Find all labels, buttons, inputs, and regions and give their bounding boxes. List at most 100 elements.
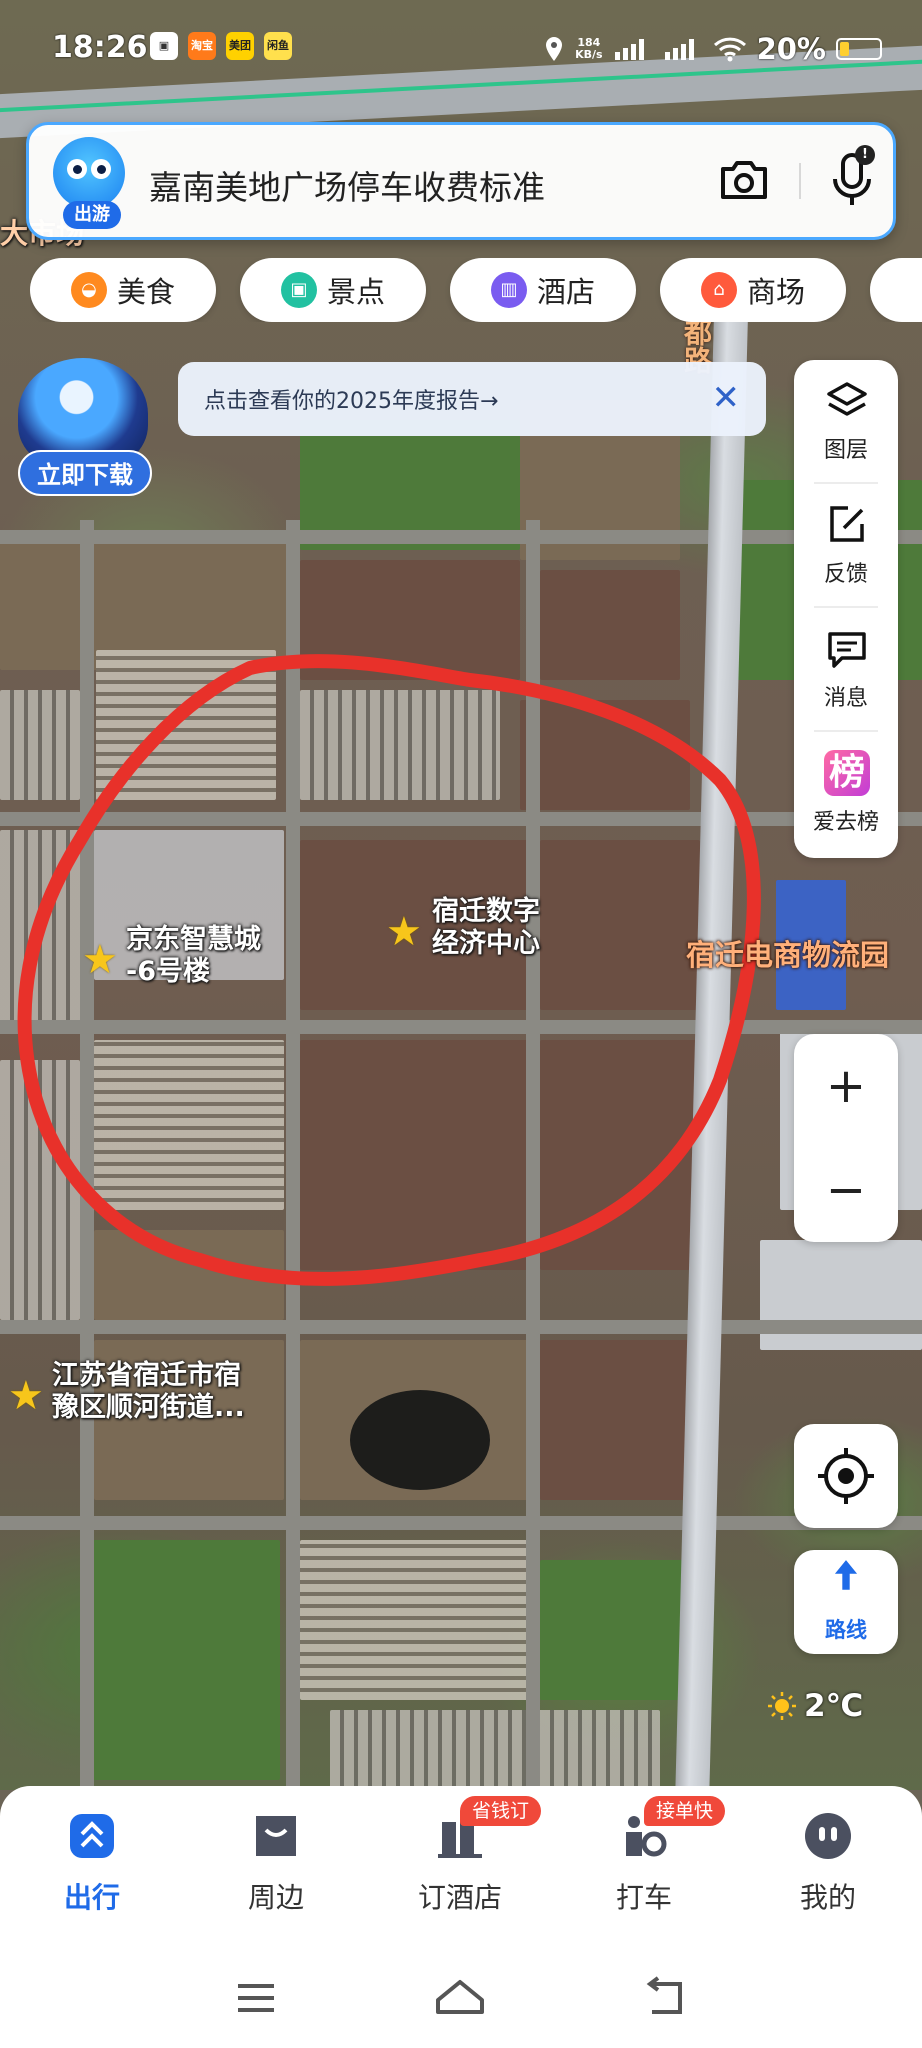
buildings — [0, 1060, 80, 1320]
sun-icon — [768, 1692, 796, 1720]
zoom-control: + − — [794, 1034, 898, 1242]
taobao-icon: 淘宝 — [188, 32, 216, 60]
poi-label[interactable]: 京东智慧城 -6号楼 — [126, 924, 261, 988]
nav-travel[interactable]: 出行 — [0, 1786, 184, 1942]
search-input[interactable]: 嘉南美地广场停车收费标准 — [149, 161, 545, 209]
farmland — [520, 700, 690, 810]
wifi-icon — [713, 37, 746, 62]
buildings — [330, 1710, 660, 1790]
farmland — [300, 560, 520, 680]
message-icon — [828, 632, 866, 668]
tool-label: 反馈 — [823, 562, 868, 587]
location-icon — [546, 37, 563, 61]
profile-icon — [805, 1813, 851, 1859]
favorite-star-icon[interactable]: ★ — [82, 940, 122, 980]
crosshair-icon — [818, 1448, 874, 1504]
road — [0, 530, 922, 544]
route-button[interactable]: 路线 — [794, 1550, 898, 1654]
annual-report-banner[interactable]: 点击查看你的2025年度报告→ ✕ — [178, 362, 766, 436]
route-label: 路线 — [825, 1618, 867, 1642]
nav-label: 打车 — [615, 1881, 672, 1914]
category-chips: ◒ 美食 ▣ 景点 ▥ 酒店 ⌂ 商场 — [30, 258, 922, 322]
signal-5g-icon — [614, 39, 644, 60]
bottom-navigation: 出行 周边 省钱订 订酒店 接单快 打车 我的 — [0, 1786, 922, 1942]
road — [0, 1516, 922, 1530]
temperature: 2℃ — [804, 1688, 864, 1724]
road — [80, 520, 94, 1790]
road — [286, 520, 300, 1790]
nav-label: 我的 — [799, 1881, 856, 1914]
network-speed: 184 KB/s — [575, 36, 603, 61]
farmland — [94, 1230, 284, 1320]
download-now-button[interactable]: 立即下载 — [18, 450, 152, 496]
ranking-icon: 榜 — [824, 750, 870, 796]
zoom-out-button[interactable]: − — [794, 1138, 898, 1242]
close-icon[interactable]: ✕ — [712, 378, 741, 418]
system-navigation-bar — [0, 1942, 922, 2048]
favorite-star-icon[interactable]: ★ — [386, 912, 426, 952]
bowl-icon: ◒ — [70, 272, 107, 308]
battery-percent: 20% — [756, 32, 826, 66]
zoom-in-button[interactable]: + — [794, 1034, 898, 1138]
tool-label: 爱去榜 — [812, 810, 879, 835]
nav-hotel[interactable]: 省钱订 订酒店 — [368, 1786, 552, 1942]
farmland — [0, 530, 300, 670]
divider — [799, 163, 801, 199]
locate-me-button[interactable] — [794, 1424, 898, 1528]
farmland — [540, 1340, 700, 1500]
buildings — [96, 650, 276, 800]
farmland — [540, 840, 700, 1010]
tool-ranking[interactable]: 榜 爱去榜 — [794, 732, 898, 856]
favorite-star-icon[interactable]: ★ — [8, 1376, 48, 1416]
poi-label[interactable]: 宿迁数字 经济中心 — [432, 896, 540, 960]
nav-nearby[interactable]: 周边 — [184, 1786, 368, 1942]
battery-icon — [836, 38, 882, 60]
hotel-icon: ▥ — [490, 272, 527, 308]
camera-icon[interactable] — [717, 153, 771, 207]
road — [0, 1320, 922, 1334]
area-label[interactable]: 宿迁电商物流园 — [686, 932, 889, 974]
poi-label[interactable]: 江苏省宿迁市宿 豫区顺河街道... — [52, 1360, 245, 1424]
farmland — [540, 1560, 690, 1700]
nav-label: 订酒店 — [417, 1881, 502, 1914]
mascot-avatar-icon[interactable] — [53, 137, 125, 209]
farmland — [300, 1040, 540, 1270]
travel-tag[interactable]: 出游 — [63, 201, 121, 229]
xianyu-icon: 闲鱼 — [264, 32, 292, 60]
annual-report-text[interactable]: 点击查看你的2025年度报告→ — [204, 383, 498, 415]
chip-mall[interactable]: ⌂ 商场 — [660, 258, 846, 322]
tool-feedback[interactable]: 反馈 — [794, 484, 898, 608]
residential — [94, 1040, 284, 1210]
stadium — [350, 1390, 490, 1490]
residential — [300, 1540, 540, 1700]
chip-label: 景点 — [326, 275, 385, 309]
chip-hotel[interactable]: ▥ 酒店 — [450, 258, 636, 322]
chip-more[interactable] — [870, 258, 922, 322]
tool-label: 消息 — [823, 686, 868, 711]
map-tools-panel: 图层 反馈 消息 榜 爱去榜 — [794, 360, 898, 858]
buildings — [0, 690, 80, 800]
chip-food[interactable]: ◒ 美食 — [30, 258, 216, 322]
buildings — [300, 690, 500, 800]
farmland — [540, 1040, 700, 1270]
route-arrow-icon — [834, 1560, 858, 1590]
search-bar[interactable]: 出游 嘉南美地广场停车收费标准 ! — [26, 122, 896, 240]
chip-label: 酒店 — [536, 275, 595, 309]
notification-app-icon: ▣ — [150, 32, 178, 60]
mall-icon: ⌂ — [700, 272, 737, 308]
buildings — [0, 830, 80, 1030]
home-icon[interactable] — [430, 1968, 490, 2028]
weather-widget[interactable]: 2℃ — [766, 1688, 863, 1724]
nav-badge: 接单快 — [644, 1796, 726, 1826]
layers-icon — [827, 382, 867, 416]
tool-messages[interactable]: 消息 — [794, 608, 898, 732]
photo-icon: ▣ — [280, 272, 317, 308]
menu-icon[interactable] — [226, 1968, 286, 2028]
chip-label: 商场 — [746, 275, 805, 309]
chip-scenic[interactable]: ▣ 景点 — [240, 258, 426, 322]
back-icon[interactable] — [636, 1968, 696, 2028]
nav-taxi[interactable]: 接单快 打车 — [552, 1786, 736, 1942]
nav-profile[interactable]: 我的 — [736, 1786, 920, 1942]
chip-label: 美食 — [116, 275, 175, 309]
tool-layers[interactable]: 图层 — [794, 360, 898, 484]
